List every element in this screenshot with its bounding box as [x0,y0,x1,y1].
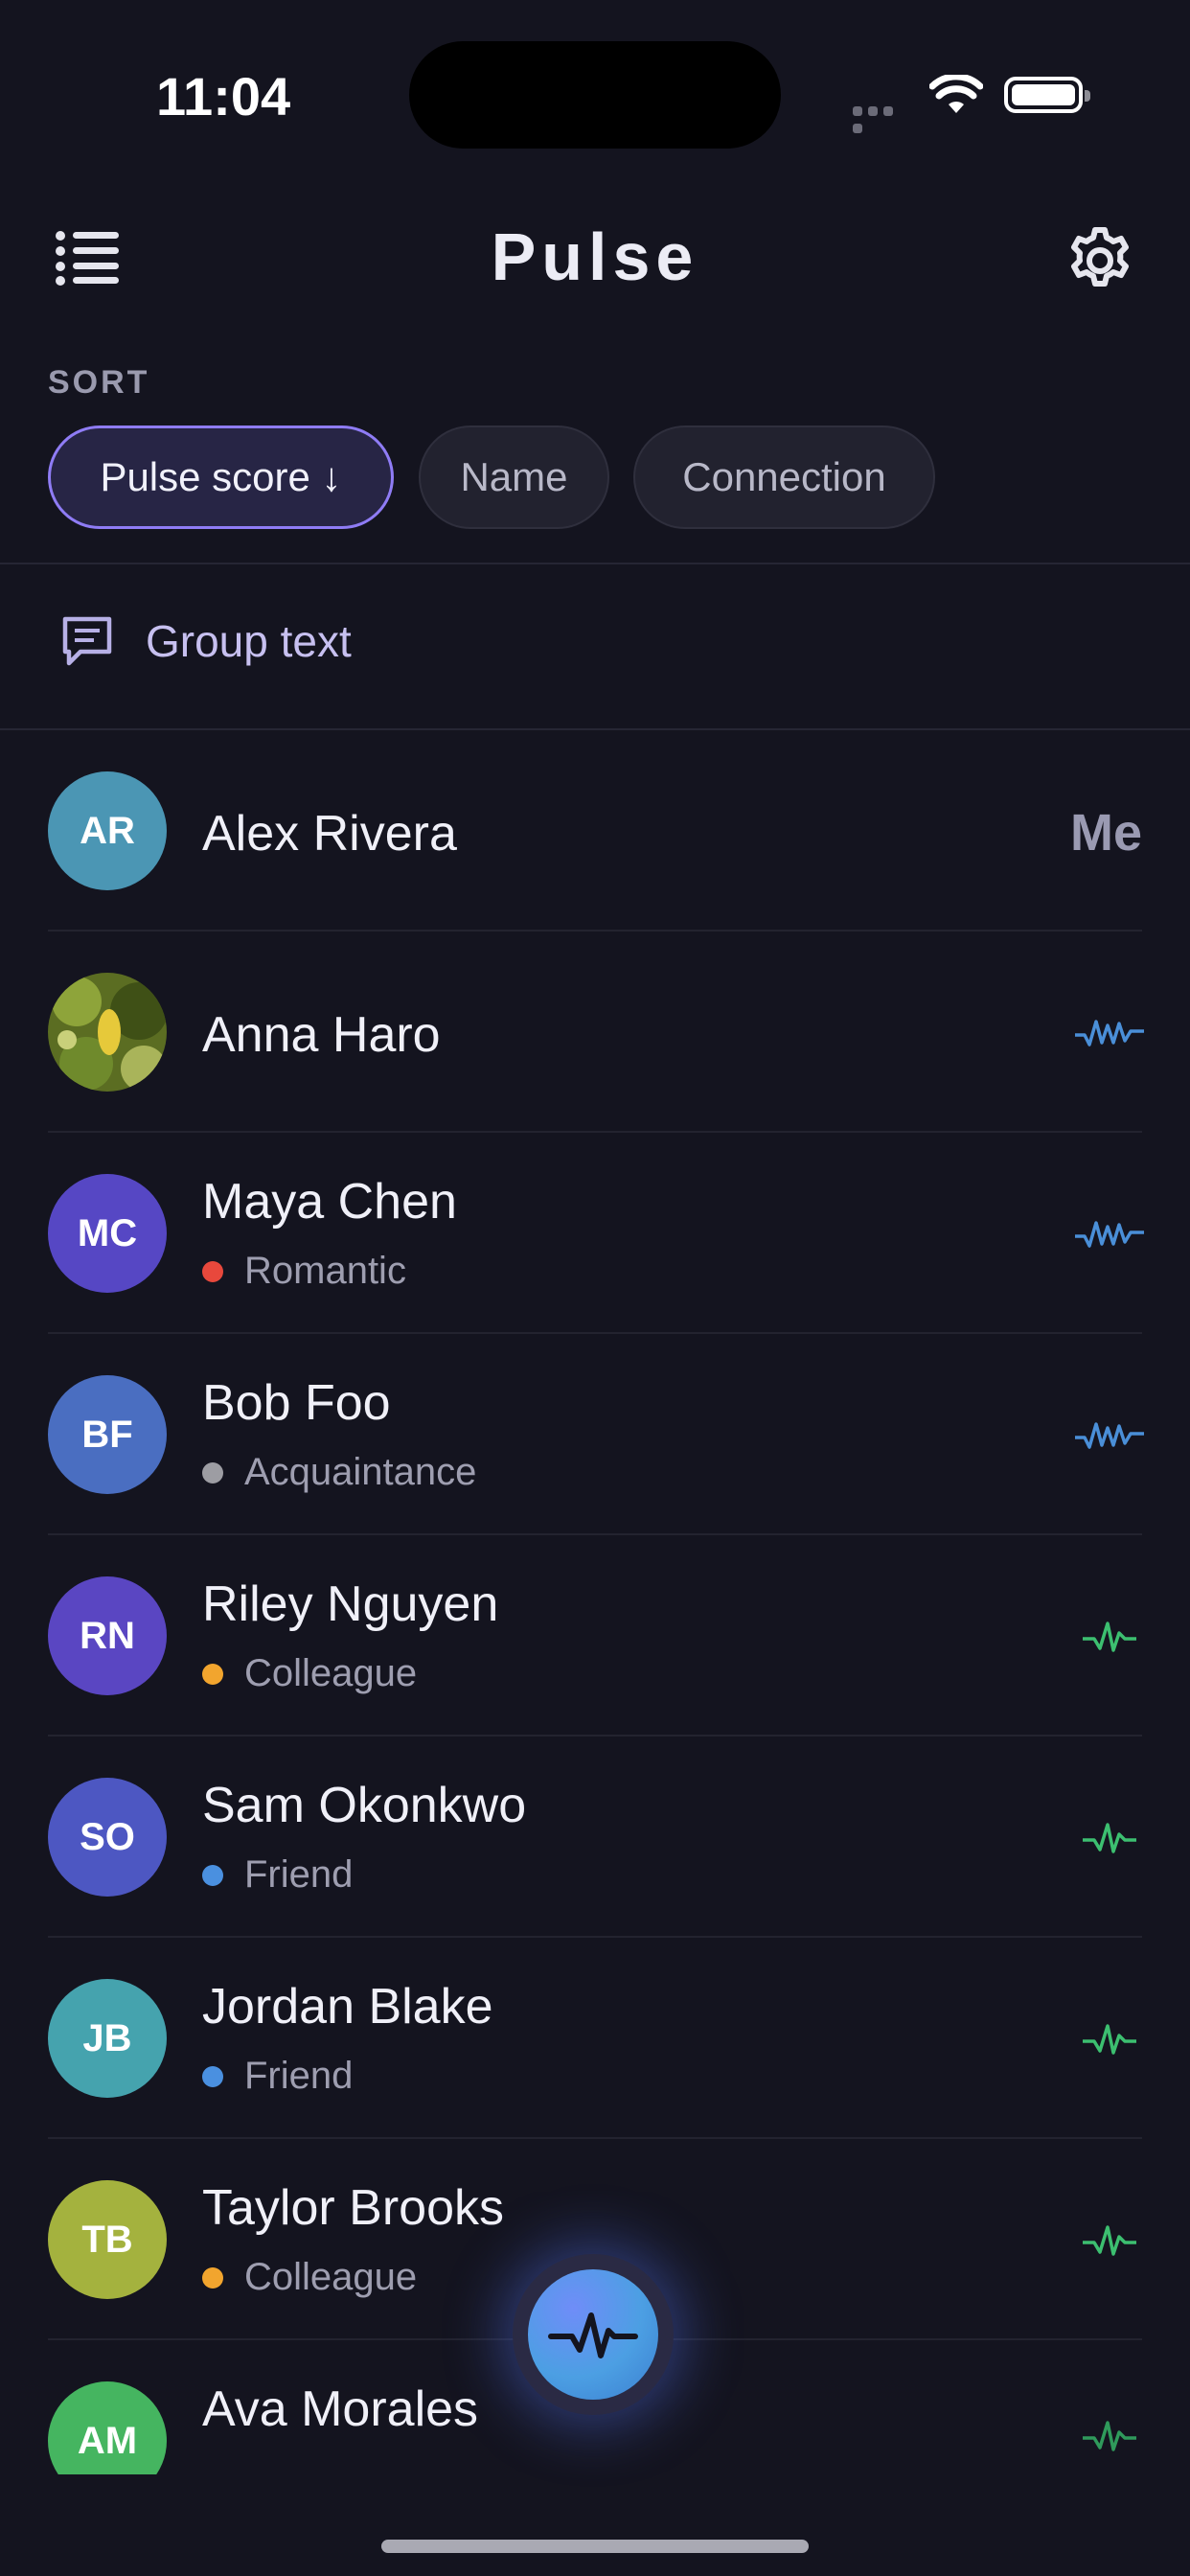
avatar: AR [48,771,167,890]
relationship-label: Friend [244,1853,354,1896]
sort-chip-pulse-score[interactable]: Pulse score ↓ [48,426,394,529]
contact-name: Maya Chen [202,1174,457,1230]
contact-row[interactable]: AR Alex Rivera Me [0,730,1190,932]
relationship-tag: Friend [202,2055,353,2098]
relationship-label: Colleague [244,2256,418,2298]
pulse-fab-button[interactable] [513,2254,674,2415]
pulse-wave-icon [1075,1422,1144,1449]
avatar: RN [48,1576,167,1695]
status-time: 11:04 [156,66,291,126]
group-text-button[interactable]: Group text [59,613,352,669]
contact-name: Bob Foo [202,1375,391,1431]
avatar: TB [48,2180,167,2299]
pulse-wave-icon [1083,1823,1136,1853]
contact-name: Taylor Brooks [202,2180,504,2236]
relationship-dot [202,1663,223,1685]
pulse-wave-icon [1083,2024,1136,2055]
relationship-label: Colleague [244,1652,418,1694]
contact-row[interactable]: SO Sam Okonkwo Friend [0,1736,1190,1938]
relationship-label: Friend [244,2055,354,2097]
contact-row[interactable]: JB Jordan Blake Friend [0,1938,1190,2139]
pulse-wave-icon [1083,1622,1136,1652]
relationship-label: Romantic [244,1250,406,1292]
relationship-label: Acquaintance [244,1451,477,1493]
relationship-tag: Friend [202,1853,353,1897]
home-indicator[interactable] [381,2540,809,2553]
relationship-dot [202,2266,223,2288]
cellular-signal-icon [853,104,912,133]
pulse-wave-icon [1083,2225,1136,2256]
sort-chip-connection[interactable]: Connection [633,426,935,529]
contact-name: Alex Rivera [202,806,457,862]
sort-chip-name[interactable]: Name [419,426,609,529]
contact-name: Jordan Blake [202,1979,493,2035]
contact-list[interactable]: AR Alex Rivera Me Anna Haro MC Maya Chen [0,730,1190,2474]
relationship-tag: Romantic [202,1250,406,1293]
avatar: BF [48,1375,167,1494]
relationship-tag: Acquaintance [202,1451,476,1494]
avatar: AM [48,2381,167,2474]
battery-icon [1004,77,1090,113]
contact-row[interactable]: BF Bob Foo Acquaintance [0,1334,1190,1535]
pulse-wave-icon [1075,1221,1144,1248]
avatar: JB [48,1979,167,2098]
pulse-wave-icon [1083,2421,1136,2451]
relationship-dot [202,1461,223,1484]
relationship-tag: Colleague [202,1652,417,1695]
wifi-icon [929,75,983,113]
contact-row[interactable]: RN Riley Nguyen Colleague [0,1535,1190,1736]
group-text-label: Group text [146,616,352,666]
contact-row[interactable]: Anna Haro [0,932,1190,1133]
message-square-icon [62,616,112,666]
page-title: Pulse [491,219,699,294]
sort-label: SORT [48,364,150,401]
relationship-tag: Colleague [202,2256,417,2299]
divider [0,563,1190,564]
contact-name: Sam Okonkwo [202,1778,527,1833]
relationship-dot [202,1260,223,1282]
avatar [48,973,167,1092]
me-badge: Me [1069,804,1142,862]
contact-name: Riley Nguyen [202,1576,499,1632]
contact-row[interactable]: MC Maya Chen Romantic [0,1133,1190,1334]
relationship-dot [202,2065,223,2087]
avatar-photo [48,973,167,1092]
gear-icon[interactable] [1065,226,1134,295]
contact-name: Ava Morales [202,2381,479,2437]
relationship-dot [202,1864,223,1886]
dynamic-island [409,41,781,149]
pulse-wave-icon [1075,1020,1144,1046]
contact-name: Anna Haro [202,1007,441,1063]
avatar: SO [48,1778,167,1897]
avatar: MC [48,1174,167,1293]
pulse-wave-icon [548,2312,638,2358]
